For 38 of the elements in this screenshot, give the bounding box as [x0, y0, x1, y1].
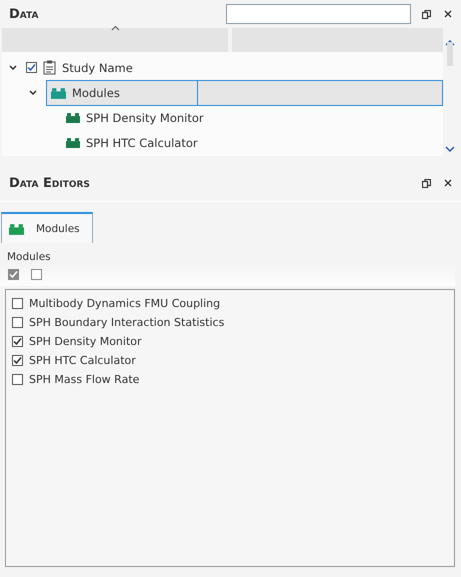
tree-item-label[interactable]: SPH HTC Calculator [86, 136, 198, 150]
tree-checkbox[interactable] [26, 62, 37, 73]
chevron-icon[interactable] [8, 62, 18, 72]
scroll-up-icon[interactable] [445, 40, 455, 46]
checkbox[interactable] [12, 374, 23, 385]
section-label: Modules [7, 251, 52, 263]
clipboard-icon [43, 60, 56, 75]
checkbox[interactable] [12, 317, 23, 328]
checkbox[interactable] [12, 298, 23, 309]
module-icon [66, 112, 80, 124]
scrollbar-thumb[interactable] [447, 42, 453, 66]
module-label[interactable]: SPH Density Monitor [29, 335, 142, 348]
selected-row[interactable]: Modules [46, 80, 443, 106]
search-field[interactable] [226, 4, 411, 24]
panel-title: Data Editors [9, 176, 91, 190]
panel-title: Data [9, 6, 40, 22]
module-icon [9, 222, 24, 234]
restore-icon[interactable] [422, 178, 430, 188]
checkbox[interactable] [12, 355, 23, 366]
bulk-checkbox[interactable] [8, 269, 19, 280]
scroll-down-icon[interactable] [445, 146, 455, 152]
sort-caret-icon[interactable] [110, 25, 120, 31]
tree-item-label[interactable]: SPH Density Monitor [86, 110, 204, 124]
close-icon[interactable] [444, 179, 452, 187]
close-icon[interactable] [444, 10, 452, 18]
module-label[interactable]: SPH Mass Flow Rate [29, 373, 140, 386]
module-label[interactable]: SPH HTC Calculator [29, 354, 136, 367]
module-label[interactable]: Multibody Dynamics FMU Coupling [29, 297, 220, 310]
bulk-checkbox[interactable] [31, 269, 42, 280]
checkbox[interactable] [12, 336, 23, 347]
tab[interactable]: Modules [1, 212, 93, 243]
module-icon [51, 86, 66, 98]
module-label[interactable]: SPH Boundary Interaction Statistics [29, 316, 224, 329]
restore-icon[interactable] [422, 10, 430, 18]
tree-item-label[interactable]: Study Name [62, 60, 133, 74]
module-icon [66, 136, 80, 148]
tree-item-label[interactable]: Modules [72, 86, 120, 100]
chevron-icon[interactable] [28, 88, 38, 98]
